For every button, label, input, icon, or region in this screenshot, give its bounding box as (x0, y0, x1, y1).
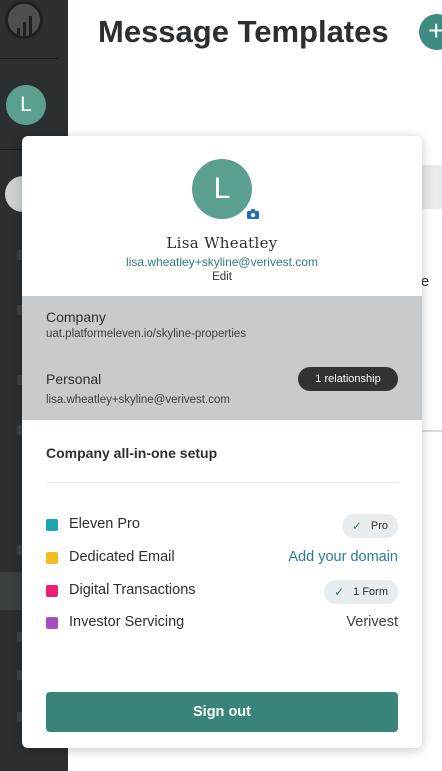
sign-out-button[interactable]: Sign out (46, 692, 398, 732)
color-square-icon (46, 519, 58, 531)
setup-item-label: Eleven Pro (69, 516, 140, 532)
account-switcher: Company uat.platformeleven.io/skyline-pr… (22, 296, 422, 420)
account-subtitle: lisa.wheatley+skyline@verivest.com (46, 394, 230, 406)
popover-caret (35, 136, 55, 146)
status-pill-label: Pro (370, 520, 388, 532)
user-avatar-button[interactable]: L (6, 85, 46, 125)
profile-avatar-initial: L (213, 172, 231, 205)
account-title: Personal (46, 371, 102, 387)
profile-email: lisa.wheatley+skyline@verivest.com (126, 255, 318, 269)
account-title: Company (46, 309, 106, 325)
profile-popover: L Lisa Wheatley lisa.wheatley+skyline@ve… (22, 136, 422, 748)
setup-item-label: Dedicated Email (69, 549, 175, 565)
edit-profile-link[interactable]: Edit (22, 271, 422, 283)
setup-item-label: Investor Servicing (69, 614, 185, 630)
color-square-icon (46, 617, 58, 629)
check-icon: ✓ (351, 519, 362, 533)
add-domain-link[interactable]: Add your domain (288, 549, 398, 565)
status-pill-label: 1 Form (353, 586, 388, 598)
status-pill: ✓ 1 Form (324, 580, 398, 604)
camera-icon[interactable] (245, 206, 261, 222)
color-square-icon (46, 585, 58, 597)
sidebar-divider (0, 58, 58, 59)
divider (46, 482, 398, 483)
account-subtitle: uat.platformeleven.io/skyline-properties (46, 328, 247, 340)
profile-name: Lisa Wheatley (166, 234, 278, 252)
relationship-badge: 1 relationship (298, 367, 398, 391)
setup-title: Company all-in-one setup (46, 445, 218, 461)
color-square-icon (46, 552, 58, 564)
setup-item-digital-transactions: Digital Transactions ✓ 1 Form (46, 579, 398, 604)
app-logo-icon[interactable] (5, 1, 43, 39)
setup-item-eleven-pro: Eleven Pro ✓ Pro (46, 513, 398, 538)
setup-item-investor-servicing: Investor Servicing Verivest (46, 611, 398, 635)
add-template-button[interactable]: + (419, 14, 442, 50)
page-title: Message Templates (98, 14, 389, 49)
profile-avatar[interactable]: L (192, 159, 252, 219)
check-icon: ✓ (334, 585, 345, 599)
user-avatar-initial: L (20, 93, 32, 116)
setup-item-label: Digital Transactions (69, 582, 196, 598)
setup-item-dedicated-email: Dedicated Email Add your domain (46, 546, 398, 570)
status-pill: ✓ Pro (341, 514, 398, 538)
setup-item-value: Verivest (346, 614, 398, 630)
